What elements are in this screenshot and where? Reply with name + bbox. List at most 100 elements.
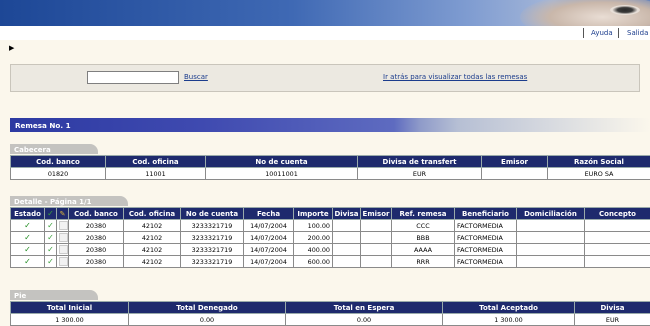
note-icon[interactable]	[59, 245, 68, 254]
help-link[interactable]: Ayuda	[591, 29, 613, 37]
note-icon[interactable]	[59, 257, 68, 266]
remesa-title-bar: Remesa No. 1	[10, 118, 650, 132]
column-header: Fecha	[244, 208, 294, 220]
note-icon[interactable]	[59, 221, 68, 230]
table-cell: 20380	[69, 232, 124, 244]
table-cell: 11001	[106, 168, 206, 180]
edit-cell[interactable]: ✓	[45, 244, 57, 256]
note-cell[interactable]	[57, 244, 69, 256]
pie-table: Total Inicial Total Denegado Total en Es…	[10, 301, 650, 326]
note-cell[interactable]	[57, 256, 69, 268]
banner-eye-image	[610, 5, 640, 15]
search-panel: Buscar Ir atrás para visualizar todas la…	[10, 64, 640, 92]
status-cell: ✓	[11, 256, 45, 268]
table-cell	[333, 256, 361, 268]
table-cell: 3233321719	[181, 256, 244, 268]
check-icon[interactable]: ✓	[47, 245, 54, 254]
check-icon[interactable]: ✓	[47, 233, 54, 242]
table-cell	[585, 220, 650, 232]
column-header: Estado	[11, 208, 45, 220]
table-cell: FACTORMEDIA	[455, 256, 517, 268]
column-header: Divisa	[575, 302, 650, 314]
column-header: Emisor	[361, 208, 392, 220]
table-row[interactable]: ✓ ✓ 20380 42102 3233321719 14/07/2004 60…	[11, 256, 650, 268]
edit-cell[interactable]: ✓	[45, 220, 57, 232]
check-icon: ✓	[24, 233, 31, 242]
table-row[interactable]: ✓ ✓ 20380 42102 3233321719 14/07/2004 10…	[11, 220, 650, 232]
cabecera-tab: Cabecera	[10, 144, 98, 154]
back-to-all-remesas-link[interactable]: Ir atrás para visualizar todas las remes…	[383, 73, 527, 81]
column-header: Cod. oficina	[124, 208, 181, 220]
table-cell: 42102	[124, 220, 181, 232]
table-cell	[361, 256, 392, 268]
status-cell: ✓	[11, 232, 45, 244]
table-cell: 20380	[69, 256, 124, 268]
table-cell	[361, 244, 392, 256]
search-button[interactable]: Buscar	[184, 73, 208, 81]
column-header: ✎	[57, 208, 69, 220]
cabecera-table: Cod. banco Cod. oficina No de cuenta Div…	[10, 155, 650, 180]
edit-cell[interactable]: ✓	[45, 256, 57, 268]
detalle-table: Estado ✓ ✎ Cod. banco Cod. oficina No de…	[10, 207, 650, 268]
edit-cell[interactable]: ✓	[45, 232, 57, 244]
table-cell: FACTORMEDIA	[455, 220, 517, 232]
table-cell: 42102	[124, 244, 181, 256]
column-header: Domiciliación	[517, 208, 585, 220]
check-icon: ✓	[24, 221, 31, 230]
status-cell: ✓	[11, 244, 45, 256]
column-header: No de cuenta	[206, 156, 358, 168]
column-header: Total en Espera	[286, 302, 443, 314]
check-icon: ✓	[47, 209, 54, 218]
table-cell	[517, 232, 585, 244]
table-cell: 3233321719	[181, 232, 244, 244]
table-cell: 10011001	[206, 168, 358, 180]
note-icon[interactable]	[59, 233, 68, 242]
table-cell: CCC	[392, 220, 455, 232]
table-cell: 200.00	[294, 232, 333, 244]
column-header: Cod. banco	[11, 156, 106, 168]
note-cell[interactable]	[57, 232, 69, 244]
table-cell: EUR	[358, 168, 482, 180]
table-cell	[361, 232, 392, 244]
table-cell: 3233321719	[181, 244, 244, 256]
check-icon[interactable]: ✓	[47, 221, 54, 230]
note-cell[interactable]	[57, 220, 69, 232]
column-header: Beneficiario	[455, 208, 517, 220]
column-header: ✓	[45, 208, 57, 220]
column-header: Cod. oficina	[106, 156, 206, 168]
table-row: 01820 11001 10011001 EUR EURO SA	[11, 168, 650, 180]
table-cell	[585, 244, 650, 256]
table-cell: 600.00	[294, 256, 333, 268]
column-header: No de cuenta	[181, 208, 244, 220]
table-cell	[585, 256, 650, 268]
table-cell: 14/07/2004	[244, 244, 294, 256]
pie-tab: Pie	[10, 290, 98, 300]
nav-separator	[583, 28, 584, 38]
table-cell	[333, 244, 361, 256]
column-header: Total Aceptado	[443, 302, 575, 314]
table-cell: 14/07/2004	[244, 256, 294, 268]
column-header: Ref. remesa	[392, 208, 455, 220]
play-arrow-icon[interactable]: ▶	[9, 44, 14, 52]
search-input[interactable]	[87, 71, 179, 84]
check-icon: ✓	[24, 245, 31, 254]
table-row[interactable]: ✓ ✓ 20380 42102 3233321719 14/07/2004 40…	[11, 244, 650, 256]
note-icon: ✎	[60, 210, 66, 218]
table-cell: 400.00	[294, 244, 333, 256]
column-header: Cod. banco	[69, 208, 124, 220]
column-header: Divisa de transfert	[358, 156, 482, 168]
table-cell	[482, 168, 548, 180]
table-cell	[333, 232, 361, 244]
exit-link[interactable]: Salida	[627, 29, 648, 37]
column-header: Importe	[294, 208, 333, 220]
table-cell: 14/07/2004	[244, 220, 294, 232]
table-cell: 100.00	[294, 220, 333, 232]
detalle-header-row: Estado ✓ ✎ Cod. banco Cod. oficina No de…	[11, 208, 650, 220]
check-icon[interactable]: ✓	[47, 257, 54, 266]
table-row[interactable]: ✓ ✓ 20380 42102 3233321719 14/07/2004 20…	[11, 232, 650, 244]
cabecera-header-row: Cod. banco Cod. oficina No de cuenta Div…	[11, 156, 650, 168]
top-nav-bar: Ayuda Salida	[0, 26, 650, 40]
table-cell	[517, 220, 585, 232]
status-cell: ✓	[11, 220, 45, 232]
header-banner	[0, 0, 650, 26]
